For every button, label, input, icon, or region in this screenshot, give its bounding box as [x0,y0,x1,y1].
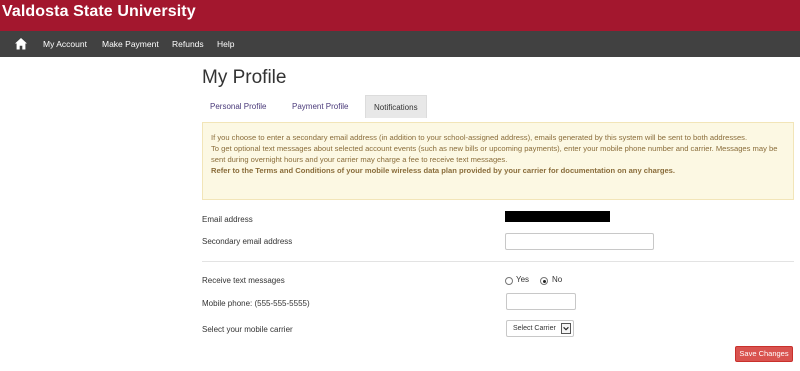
alert-text-terms: Refer to the Terms and Conditions of you… [211,166,676,175]
email-label: Email address [202,215,253,224]
carrier-label: Select your mobile carrier [202,325,293,334]
alert-text-sms: To get optional text messages about sele… [211,144,778,164]
radio-yes[interactable] [505,277,513,285]
university-name: Valdosta State University [2,3,196,20]
alert-text-email: If you choose to enter a secondary email… [211,133,748,142]
carrier-select-value: Select Carrier [513,325,556,332]
radio-yes-label: Yes [516,275,530,284]
top-banner: Valdosta State University [0,0,800,31]
tab-notifications[interactable]: Notifications [365,95,427,118]
nav-bar: My Account Make Payment Refunds Help [0,31,800,57]
section-divider [202,261,794,262]
chevron-down-icon [561,323,571,334]
nav-refunds[interactable]: Refunds [172,31,204,57]
nav-make-payment[interactable]: Make Payment [102,31,159,57]
carrier-select[interactable]: Select Carrier [506,320,574,337]
mobile-phone-label: Mobile phone: (555-555-5555) [202,299,310,308]
page-title: My Profile [202,67,287,88]
save-changes-button[interactable]: Save Changes [735,346,793,362]
mobile-phone-input[interactable] [506,293,576,310]
nav-my-account[interactable]: My Account [43,31,87,57]
secondary-email-label: Secondary email address [202,237,293,246]
nav-help[interactable]: Help [217,31,234,57]
radio-no-label: No [552,275,563,284]
radio-no[interactable] [540,277,548,285]
email-value-redacted [505,211,610,222]
profile-tabs: Personal Profile Payment Profile Notific… [202,95,794,118]
notification-info-alert: If you choose to enter a secondary email… [202,122,794,200]
home-icon[interactable] [14,37,28,51]
tab-payment-profile[interactable]: Payment Profile [292,95,348,118]
tab-personal-profile[interactable]: Personal Profile [210,95,266,118]
receive-text-label: Receive text messages [202,276,285,285]
secondary-email-input[interactable] [505,233,654,250]
